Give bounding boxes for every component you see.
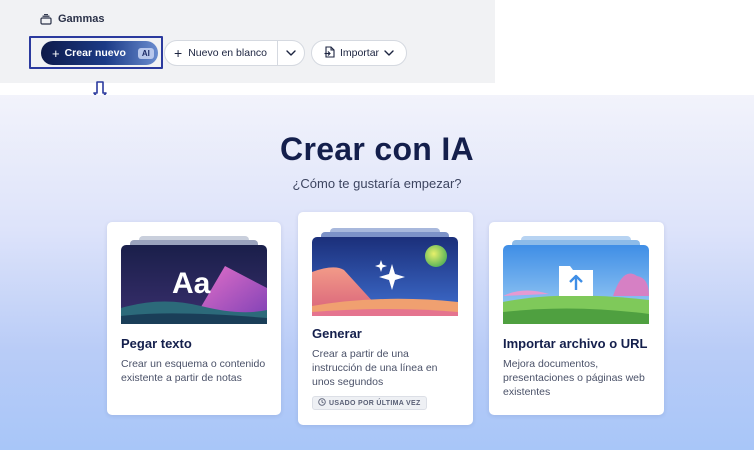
card-title: Pegar texto [121, 336, 192, 351]
paste-text-illustration: Aa [121, 236, 267, 324]
import-label: Importar [339, 47, 380, 59]
card-description: Crear a partir de una instrucción de una… [312, 348, 438, 388]
import-file-card[interactable]: Importar archivo o URL Mejora documentos… [489, 222, 664, 415]
new-blank-label: Nuevo en blanco [188, 47, 267, 59]
import-file-illustration [503, 236, 649, 324]
new-blank-button-group: + Nuevo en blanco [164, 40, 305, 66]
generate-card[interactable]: Generar Crear a partir de una instrucció… [298, 212, 473, 425]
file-import-icon [324, 45, 335, 61]
plus-icon: + [52, 45, 60, 61]
create-new-button[interactable]: + Crear nuevo AI [41, 41, 158, 65]
paste-text-card[interactable]: Aa Pegar texto Crear un esquema o conten… [107, 222, 281, 415]
stack-icon [40, 13, 52, 25]
page-subtitle: ¿Cómo te gustaría empezar? [292, 176, 462, 191]
card-description: Crear un esquema o contenido existente a… [121, 358, 266, 384]
page-title: Crear con IA [280, 131, 474, 167]
new-blank-dropdown-toggle[interactable] [278, 47, 304, 59]
create-new-label: Crear nuevo [64, 47, 126, 59]
new-blank-button[interactable]: + Nuevo en blanco [165, 41, 278, 65]
plus-icon: + [174, 45, 183, 61]
clock-icon [318, 398, 326, 408]
chevron-down-icon [286, 47, 296, 59]
last-used-badge: USADO POR ÚLTIMA VEZ [312, 396, 427, 410]
generate-illustration [312, 228, 458, 316]
import-button[interactable]: Importar [311, 40, 407, 66]
chevron-down-icon [384, 47, 394, 59]
card-title: Generar [312, 326, 362, 341]
last-used-label: USADO POR ÚLTIMA VEZ [329, 399, 421, 407]
card-title: Importar archivo o URL [503, 336, 648, 351]
aa-glyph: Aa [172, 267, 211, 300]
ai-badge: AI [137, 47, 154, 59]
breadcrumb-label: Gammas [58, 13, 105, 25]
breadcrumb[interactable]: Gammas [40, 13, 104, 25]
card-description: Mejora documentos, presentaciones o pági… [503, 358, 645, 398]
